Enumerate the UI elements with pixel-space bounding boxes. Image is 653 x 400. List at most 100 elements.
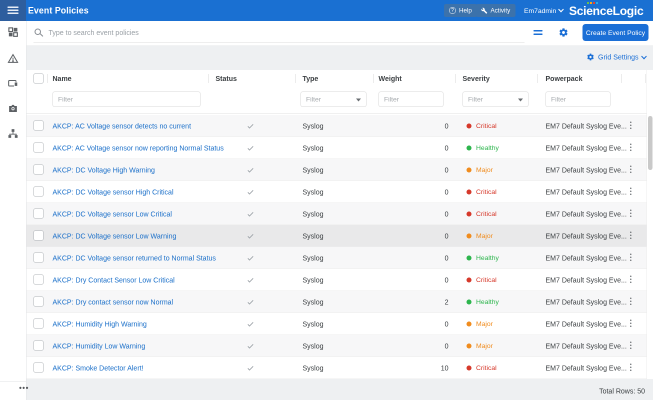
table-row[interactable]: AKCP: DC Voltage sensor Low Critical Sys…: [27, 203, 647, 225]
left-nav-sidebar: •••: [0, 21, 27, 400]
row-checkbox[interactable]: [34, 231, 44, 241]
policy-name-link[interactable]: AKCP: AC Voltage sensor detects no curre…: [53, 115, 192, 137]
policy-name-link[interactable]: AKCP: Dry Contact Sensor Low Critical: [53, 269, 175, 291]
camera-icon[interactable]: [8, 103, 19, 114]
policy-type: Syslog: [303, 159, 324, 181]
policy-powerpack: EM7 Default Syslog Eve...: [546, 247, 627, 269]
severity-filter-select[interactable]: Filter: [463, 92, 529, 108]
activity-button[interactable]: Activity: [476, 4, 515, 17]
policy-name-link[interactable]: AKCP: DC Voltage sensor Low Warning: [53, 225, 177, 247]
row-checkbox[interactable]: [34, 297, 44, 307]
policy-name-link[interactable]: AKCP: DC Voltage High Warning: [53, 159, 155, 181]
row-checkbox[interactable]: [34, 121, 44, 131]
severity-dot: [467, 300, 472, 305]
policy-name-link[interactable]: AKCP: Smoke Detector Alert!: [53, 357, 144, 379]
policy-type: Syslog: [303, 203, 324, 225]
status-check-icon: [245, 203, 257, 225]
policy-powerpack: EM7 Default Syslog Eve...: [546, 203, 627, 225]
nav-toggle-area[interactable]: [0, 0, 26, 21]
help-button[interactable]: ? Help: [444, 4, 477, 17]
row-checkbox[interactable]: [34, 363, 44, 373]
column-header-status[interactable]: Status: [216, 70, 237, 87]
table-body: AKCP: AC Voltage sensor detects no curre…: [27, 115, 647, 379]
column-header-name[interactable]: Name: [53, 70, 72, 87]
total-rows-label: Total Rows: 50: [599, 387, 645, 395]
table-row[interactable]: AKCP: Smoke Detector Alert! Syslog 10 Cr…: [27, 357, 647, 379]
sidebar-divider: [0, 381, 27, 382]
kebab-menu-icon[interactable]: [627, 247, 635, 269]
devices-monitor-icon[interactable]: [8, 78, 19, 89]
kebab-menu-icon[interactable]: [627, 357, 635, 379]
table-row[interactable]: AKCP: Dry contact sensor now Normal Sysl…: [27, 291, 647, 313]
policy-name-link[interactable]: AKCP: Dry contact sensor now Normal: [53, 291, 174, 313]
policy-powerpack: EM7 Default Syslog Eve...: [546, 357, 627, 379]
kebab-menu-icon[interactable]: [627, 291, 635, 313]
row-checkbox[interactable]: [34, 341, 44, 351]
policy-name-link[interactable]: AKCP: DC Voltage sensor High Critical: [53, 181, 174, 203]
policy-powerpack: EM7 Default Syslog Eve...: [546, 335, 627, 357]
policy-type: Syslog: [303, 357, 324, 379]
grid-settings-button[interactable]: Grid Settings: [587, 53, 646, 61]
name-filter-input[interactable]: Filter: [53, 92, 201, 108]
kebab-menu-icon[interactable]: [627, 203, 635, 225]
column-header-severity[interactable]: Severity: [463, 70, 490, 87]
user-menu[interactable]: Em7admin: [524, 0, 563, 21]
column-header-powerpack[interactable]: Powerpack: [546, 70, 583, 87]
maps-hierarchy-icon[interactable]: [8, 128, 19, 139]
policy-name-link[interactable]: AKCP: Humidity High Warning: [53, 313, 147, 335]
type-filter-select[interactable]: Filter: [301, 92, 367, 108]
kebab-menu-icon[interactable]: [627, 137, 635, 159]
row-checkbox[interactable]: [34, 143, 44, 153]
row-checkbox[interactable]: [34, 209, 44, 219]
kebab-menu-icon[interactable]: [627, 115, 635, 137]
row-checkbox[interactable]: [34, 319, 44, 329]
status-check-icon: [245, 225, 257, 247]
kebab-menu-icon[interactable]: [627, 159, 635, 181]
dropdown-arrow-icon: [518, 99, 523, 102]
column-header-weight[interactable]: Weight: [379, 70, 402, 87]
policy-name-link[interactable]: AKCP: DC Voltage sensor Low Critical: [53, 203, 172, 225]
row-checkbox[interactable]: [34, 253, 44, 263]
filter-lines-icon[interactable]: [534, 30, 543, 37]
kebab-menu-icon[interactable]: [627, 225, 635, 247]
kebab-menu-icon[interactable]: [627, 269, 635, 291]
policy-powerpack: EM7 Default Syslog Eve...: [546, 115, 627, 137]
settings-gear-icon[interactable]: [559, 28, 569, 41]
events-triangle-icon[interactable]: [8, 53, 19, 64]
table-row[interactable]: AKCP: Humidity High Warning Syslog 0 Maj…: [27, 313, 647, 335]
powerpack-filter-input[interactable]: Filter: [546, 92, 611, 108]
select-all-checkbox[interactable]: [34, 74, 44, 84]
table-row[interactable]: AKCP: Humidity Low Warning Syslog 0 Majo…: [27, 335, 647, 357]
table-row[interactable]: AKCP: DC Voltage sensor Low Warning Sysl…: [27, 225, 647, 247]
status-check-icon: [245, 291, 257, 313]
table-row[interactable]: AKCP: DC Voltage sensor High Critical Sy…: [27, 181, 647, 203]
create-event-policy-button[interactable]: Create Event Policy: [583, 24, 649, 41]
table-row[interactable]: AKCP: Dry Contact Sensor Low Critical Sy…: [27, 269, 647, 291]
policy-weight: 0: [379, 313, 449, 335]
search-input[interactable]: Type to search event policies: [49, 21, 139, 44]
row-checkbox[interactable]: [34, 187, 44, 197]
policy-name-link[interactable]: AKCP: Humidity Low Warning: [53, 335, 146, 357]
scrollbar-thumb[interactable]: [648, 116, 653, 170]
row-checkbox[interactable]: [34, 275, 44, 285]
policy-type: Syslog: [303, 181, 324, 203]
status-check-icon: [245, 313, 257, 335]
hamburger-menu-icon[interactable]: [8, 7, 19, 15]
policy-name-link[interactable]: AKCP: DC Voltage sensor returned to Norm…: [53, 247, 216, 269]
policy-type: Syslog: [303, 291, 324, 313]
column-header-type[interactable]: Type: [303, 70, 319, 87]
row-checkbox[interactable]: [34, 165, 44, 175]
table-row[interactable]: AKCP: DC Voltage sensor returned to Norm…: [27, 247, 647, 269]
table-row[interactable]: AKCP: AC Voltage sensor now reporting No…: [27, 137, 647, 159]
kebab-menu-icon[interactable]: [627, 335, 635, 357]
weight-filter-input[interactable]: Filter: [379, 92, 444, 108]
table-row[interactable]: AKCP: AC Voltage sensor detects no curre…: [27, 115, 647, 137]
table-row[interactable]: AKCP: DC Voltage High Warning Syslog 0 M…: [27, 159, 647, 181]
severity-dot: [467, 168, 472, 173]
dashboards-grid-icon[interactable]: [8, 27, 19, 38]
kebab-menu-icon[interactable]: [627, 181, 635, 203]
policy-weight: 0: [379, 137, 449, 159]
vertical-scrollbar[interactable]: [647, 70, 653, 379]
kebab-menu-icon[interactable]: [627, 313, 635, 335]
policy-name-link[interactable]: AKCP: AC Voltage sensor now reporting No…: [53, 137, 224, 159]
